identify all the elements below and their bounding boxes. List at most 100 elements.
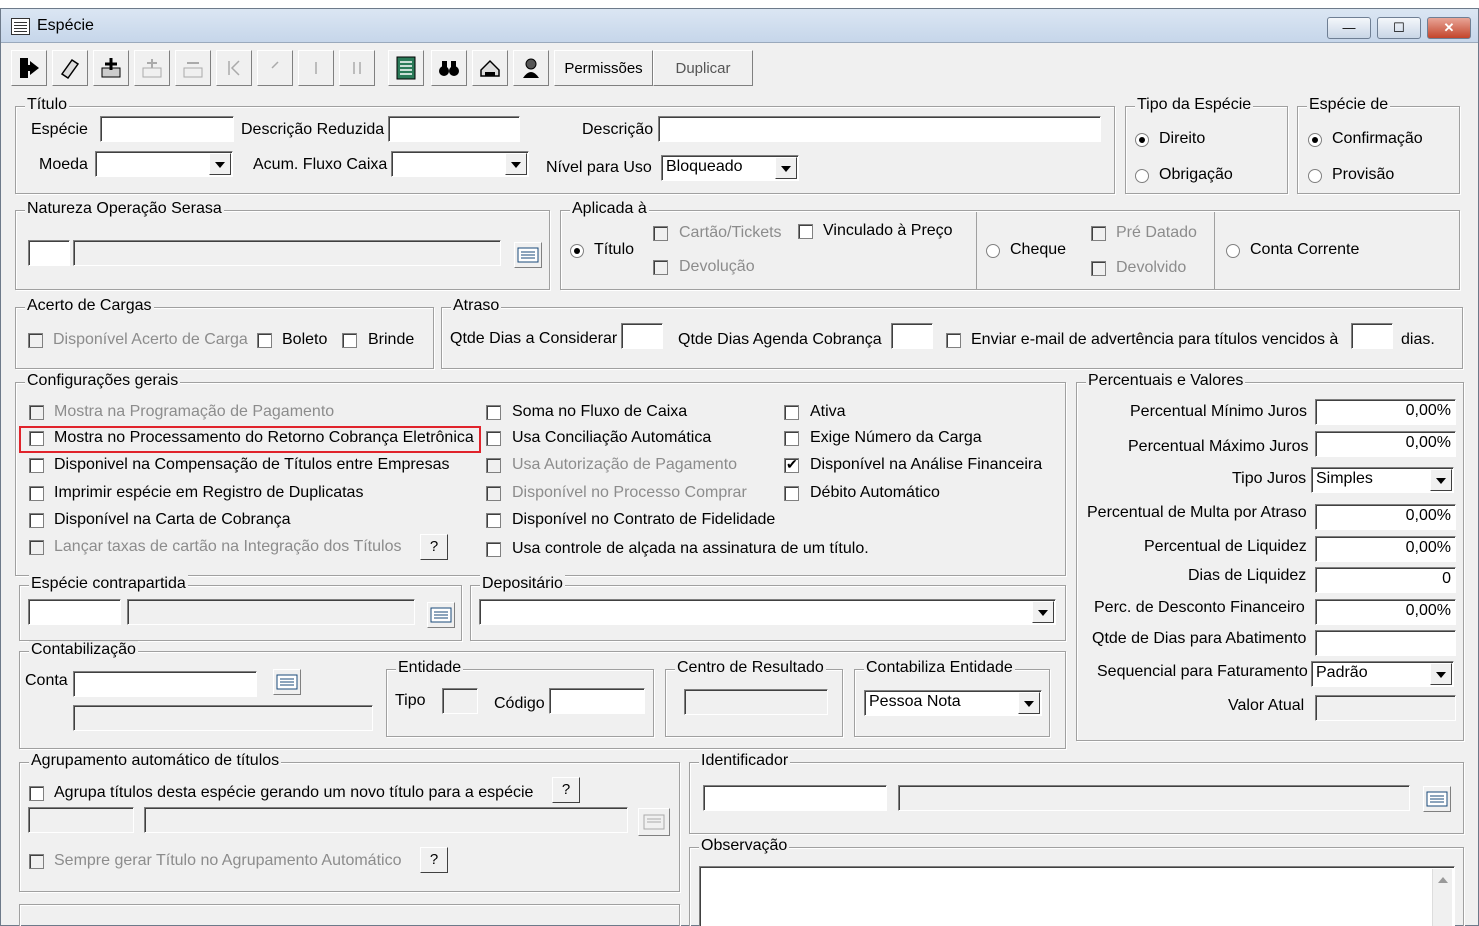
- first-button[interactable]: [216, 50, 252, 86]
- nivel-uso-select[interactable]: Bloqueado: [661, 155, 799, 181]
- config-checkbox-7[interactable]: [486, 405, 501, 420]
- provisao-radio[interactable]: [1308, 169, 1322, 183]
- config-checkbox-8[interactable]: [486, 431, 501, 446]
- qtde-dias-considerar-input[interactable]: [621, 323, 663, 349]
- config-checkbox-6[interactable]: [29, 540, 44, 555]
- qtde-dias-considerar-label: Qtde Dias a Considerar: [450, 330, 618, 347]
- descricao-reduzida-input[interactable]: [388, 116, 520, 142]
- multa-input[interactable]: 0,00%: [1315, 504, 1456, 530]
- identificador-lookup-button[interactable]: [1423, 786, 1451, 812]
- close-button[interactable]: ✕: [1427, 17, 1471, 39]
- chevron-down-icon[interactable]: [775, 157, 797, 179]
- devolvido-checkbox[interactable]: [1091, 261, 1106, 276]
- list-button[interactable]: [388, 50, 424, 86]
- chevron-down-icon[interactable]: [209, 153, 231, 175]
- cartao-checkbox[interactable]: [653, 226, 668, 241]
- print-button[interactable]: [472, 50, 508, 86]
- qtde-dias-agenda-input[interactable]: [891, 323, 933, 349]
- boleto-checkbox[interactable]: [257, 333, 272, 348]
- contabiliza-entidade-select[interactable]: Pessoa Nota: [864, 690, 1042, 716]
- observacao-legend: Observação: [699, 837, 790, 855]
- list-icon: [276, 674, 298, 690]
- titulo-radio[interactable]: [570, 244, 584, 258]
- agrupa-checkbox[interactable]: [29, 786, 44, 801]
- exit-door-icon: [20, 58, 39, 78]
- observacao-textarea[interactable]: [699, 866, 1455, 926]
- cheque-radio[interactable]: [986, 244, 1000, 258]
- descricao-input[interactable]: [658, 116, 1101, 142]
- conta-lookup-button[interactable]: [273, 669, 301, 695]
- conta-input[interactable]: [73, 671, 257, 697]
- edit-button[interactable]: [134, 50, 170, 86]
- maximize-button[interactable]: ☐: [1377, 17, 1421, 39]
- chevron-down-icon[interactable]: [1018, 692, 1040, 714]
- search-button[interactable]: [431, 50, 467, 86]
- clear-button[interactable]: [52, 50, 88, 86]
- pre-datado-checkbox[interactable]: [1091, 226, 1106, 241]
- natureza-code-input[interactable]: [28, 240, 70, 266]
- conta-corrente-radio[interactable]: [1226, 244, 1240, 258]
- sequencial-select[interactable]: Padrão: [1311, 661, 1454, 687]
- minimize-button[interactable]: —: [1327, 17, 1371, 39]
- depositario-select[interactable]: [479, 599, 1056, 625]
- config-checkbox-13[interactable]: [784, 405, 799, 420]
- confirmacao-radio[interactable]: [1308, 133, 1322, 147]
- chevron-down-icon[interactable]: [1430, 469, 1452, 491]
- direito-radio[interactable]: [1135, 133, 1149, 147]
- liquidez-input[interactable]: 0,00%: [1315, 536, 1456, 562]
- dias-liquidez-input[interactable]: 0: [1315, 567, 1456, 593]
- prev-button[interactable]: [257, 50, 293, 86]
- help-button[interactable]: ?: [420, 534, 448, 560]
- brinde-checkbox[interactable]: [342, 333, 357, 348]
- scroll-up-icon[interactable]: [1438, 877, 1448, 883]
- config-checkbox-9[interactable]: [486, 458, 501, 473]
- codigo-input[interactable]: [549, 688, 645, 714]
- contrapartida-lookup-button[interactable]: [427, 602, 455, 628]
- abatimento-input[interactable]: [1315, 630, 1456, 656]
- edit-record-icon: [142, 59, 162, 78]
- config-checkbox-3[interactable]: [29, 458, 44, 473]
- config-checkbox-4[interactable]: [29, 486, 44, 501]
- user-button[interactable]: [513, 50, 549, 86]
- chevron-down-icon[interactable]: [505, 153, 527, 175]
- depositario-legend: Depositário: [480, 575, 565, 593]
- chevron-down-icon[interactable]: [1032, 601, 1054, 623]
- next-button[interactable]: [298, 50, 334, 86]
- acum-fluxo-caixa-select[interactable]: [391, 151, 529, 177]
- duplicar-button[interactable]: Duplicar: [653, 50, 753, 86]
- chevron-down-icon[interactable]: [1430, 663, 1452, 685]
- delete-button[interactable]: [175, 50, 211, 86]
- obrigacao-radio[interactable]: [1135, 169, 1149, 183]
- identificador-code-input[interactable]: [703, 785, 887, 811]
- config-checkbox-1[interactable]: [29, 405, 44, 420]
- moeda-select[interactable]: [95, 151, 233, 177]
- perc-min-input[interactable]: 0,00%: [1315, 399, 1456, 425]
- add-button[interactable]: [93, 50, 129, 86]
- especie-input[interactable]: [100, 116, 234, 142]
- disponivel-acerto-checkbox[interactable]: [28, 333, 43, 348]
- config-checkbox-14[interactable]: [784, 431, 799, 446]
- config-checkbox-12[interactable]: [486, 542, 501, 557]
- permissoes-button[interactable]: Permissões: [554, 50, 653, 86]
- devolucao-checkbox[interactable]: [653, 260, 668, 275]
- desconto-input[interactable]: 0,00%: [1315, 599, 1456, 625]
- tipo-juros-select[interactable]: Simples: [1311, 467, 1454, 493]
- sempre-gerar-help-button[interactable]: ?: [420, 847, 448, 873]
- observacao-scrollbar[interactable]: [1432, 869, 1452, 926]
- sempre-gerar-checkbox[interactable]: [29, 854, 44, 869]
- perc-max-input[interactable]: 0,00%: [1315, 431, 1456, 457]
- config-checkbox-5[interactable]: [29, 513, 44, 528]
- vinculado-preco-checkbox[interactable]: [798, 224, 813, 239]
- agrupa-lookup-button[interactable]: [638, 808, 670, 836]
- contrapartida-code-input[interactable]: [28, 599, 121, 625]
- dias-vencidos-input[interactable]: [1351, 323, 1393, 349]
- enviar-email-checkbox[interactable]: [946, 333, 961, 348]
- config-checkbox-10[interactable]: [486, 486, 501, 501]
- last-button[interactable]: [339, 50, 375, 86]
- exit-button[interactable]: [11, 50, 47, 86]
- agrupa-help-button[interactable]: ?: [552, 777, 580, 803]
- config-checkbox-16[interactable]: [784, 486, 799, 501]
- config-checkbox-11[interactable]: [486, 513, 501, 528]
- config-checkbox-15[interactable]: [784, 456, 799, 473]
- natureza-lookup-button[interactable]: [514, 242, 542, 268]
